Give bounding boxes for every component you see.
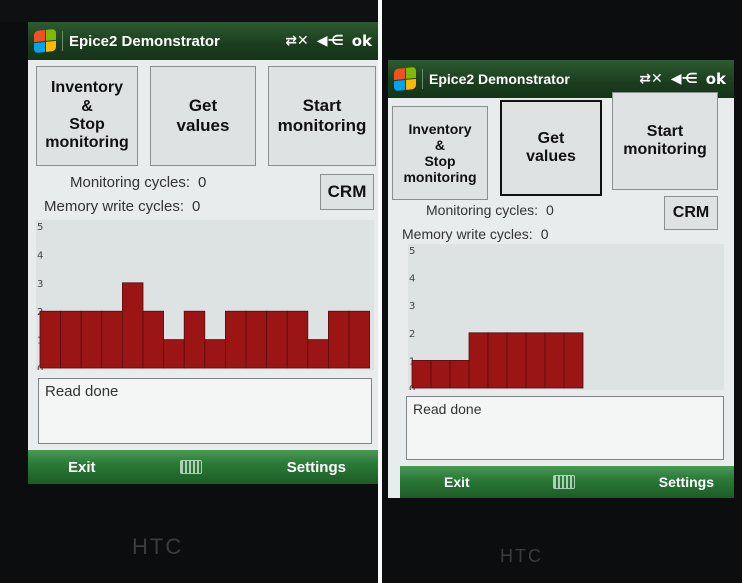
photo-left: Epice2 Demonstrator ⇄✕ ◀⋲ ok Inventory &…: [0, 0, 378, 583]
y-tick-label: 4: [37, 250, 43, 261]
chart-bar: [204, 339, 226, 369]
crm-button[interactable]: CRM: [320, 174, 374, 210]
chart-bar: [60, 310, 82, 369]
device-screen: Epice2 Demonstrator ⇄✕ ◀⋲ ok Inventory &…: [388, 60, 734, 498]
monitoring-cycles-row: Monitoring cycles: 0: [70, 174, 206, 191]
chart-bar: [101, 310, 123, 369]
bar-chart: 012345: [408, 244, 724, 390]
y-tick-label: 2: [409, 329, 415, 340]
chart-bar: [266, 310, 288, 369]
chart-bar: [563, 332, 584, 389]
bar-chart-svg: 012345: [409, 246, 584, 390]
keyboard-icon[interactable]: [553, 475, 576, 489]
title-separator: [62, 31, 63, 51]
status-log: Read done: [406, 396, 724, 460]
chart-bar: [487, 332, 508, 389]
monitoring-cycles-value: 0: [546, 202, 554, 218]
memory-write-cycles-value: 0: [192, 198, 201, 215]
status-icons: ⇄✕ ◀⋲ ok: [639, 70, 726, 88]
chart-bar: [224, 310, 247, 369]
get-values-button[interactable]: Get values: [500, 100, 602, 196]
chart-bar: [449, 360, 470, 389]
device-brand: HTC: [132, 534, 184, 559]
chart-bar: [468, 332, 489, 389]
monitoring-cycles-value: 0: [198, 174, 207, 191]
device-brand: HTC: [500, 546, 543, 566]
device-screen: Epice2 Demonstrator ⇄✕ ◀⋲ ok Inventory &…: [28, 22, 378, 484]
chart-bar: [245, 310, 268, 369]
chart-bar: [286, 310, 309, 369]
app-title: Epice2 Demonstrator: [429, 71, 570, 87]
softkey-bar: Exit Settings: [400, 466, 734, 498]
connectivity-icon[interactable]: ⇄✕: [285, 33, 308, 49]
bar-chart: 012345: [36, 220, 374, 370]
memory-write-cycles-label: Memory write cycles:: [402, 226, 533, 242]
chart-bar: [122, 282, 144, 369]
app-title: Epice2 Demonstrator: [69, 32, 220, 50]
status-icons: ⇄✕ ◀⋲ ok: [285, 32, 372, 50]
volume-icon[interactable]: ◀⋲: [317, 33, 344, 49]
y-tick-label: 3: [409, 301, 415, 312]
monitoring-cycles-row: Monitoring cycles: 0: [426, 202, 554, 218]
chart-bar: [544, 332, 565, 389]
inventory-stop-monitoring-button[interactable]: Inventory & Stop monitoring: [36, 66, 138, 166]
ok-button[interactable]: ok: [352, 32, 372, 50]
softkey-bar: Exit Settings: [28, 450, 378, 484]
chart-bar: [327, 310, 350, 369]
y-tick-label: 4: [409, 274, 415, 285]
y-tick-label: 5: [37, 222, 43, 233]
chart-bar: [39, 310, 62, 369]
chart-bar: [307, 339, 329, 369]
memory-write-cycles-row: Memory write cycles: 0: [402, 226, 548, 242]
chart-bar: [348, 310, 371, 369]
y-tick-label: 3: [37, 279, 43, 290]
chart-bar: [80, 310, 103, 369]
title-bar: Epice2 Demonstrator ⇄✕ ◀⋲ ok: [28, 22, 378, 60]
chart-bar: [163, 339, 185, 369]
start-monitoring-button[interactable]: Start monitoring: [612, 92, 718, 190]
windows-start-icon[interactable]: [34, 28, 56, 54]
chart-bar: [183, 310, 206, 369]
settings-softkey[interactable]: Settings: [287, 459, 346, 476]
inventory-stop-monitoring-button[interactable]: Inventory & Stop monitoring: [392, 106, 488, 200]
start-monitoring-button[interactable]: Start monitoring: [268, 66, 376, 166]
exit-softkey[interactable]: Exit: [444, 474, 470, 490]
chart-bar: [142, 310, 165, 369]
title-separator: [422, 69, 423, 89]
chart-bar: [430, 360, 451, 389]
exit-softkey[interactable]: Exit: [68, 459, 96, 476]
memory-write-cycles-label: Memory write cycles:: [44, 198, 185, 215]
monitoring-cycles-label: Monitoring cycles:: [426, 202, 539, 218]
ok-button[interactable]: ok: [706, 70, 726, 88]
volume-icon[interactable]: ◀⋲: [671, 71, 698, 87]
crm-button[interactable]: CRM: [664, 196, 718, 230]
status-log-text: Read done: [45, 383, 119, 400]
chart-bar: [525, 332, 546, 389]
windows-start-icon[interactable]: [394, 66, 416, 92]
settings-softkey[interactable]: Settings: [659, 474, 714, 490]
bar-chart-svg: 012345: [37, 222, 371, 370]
status-log: Read done: [38, 378, 372, 444]
device-bezel: [0, 0, 378, 22]
chart-bar: [411, 360, 432, 389]
memory-write-cycles-value: 0: [540, 226, 549, 242]
get-values-button[interactable]: Get values: [150, 66, 256, 166]
keyboard-icon[interactable]: [180, 460, 203, 474]
chart-bar: [506, 332, 527, 389]
connectivity-icon[interactable]: ⇄✕: [639, 71, 662, 87]
status-log-text: Read done: [413, 401, 482, 417]
y-tick-label: 5: [409, 246, 415, 257]
monitoring-cycles-label: Monitoring cycles:: [70, 174, 191, 191]
photo-right: Epice2 Demonstrator ⇄✕ ◀⋲ ok Inventory &…: [382, 0, 742, 583]
memory-write-cycles-row: Memory write cycles: 0: [44, 198, 200, 215]
